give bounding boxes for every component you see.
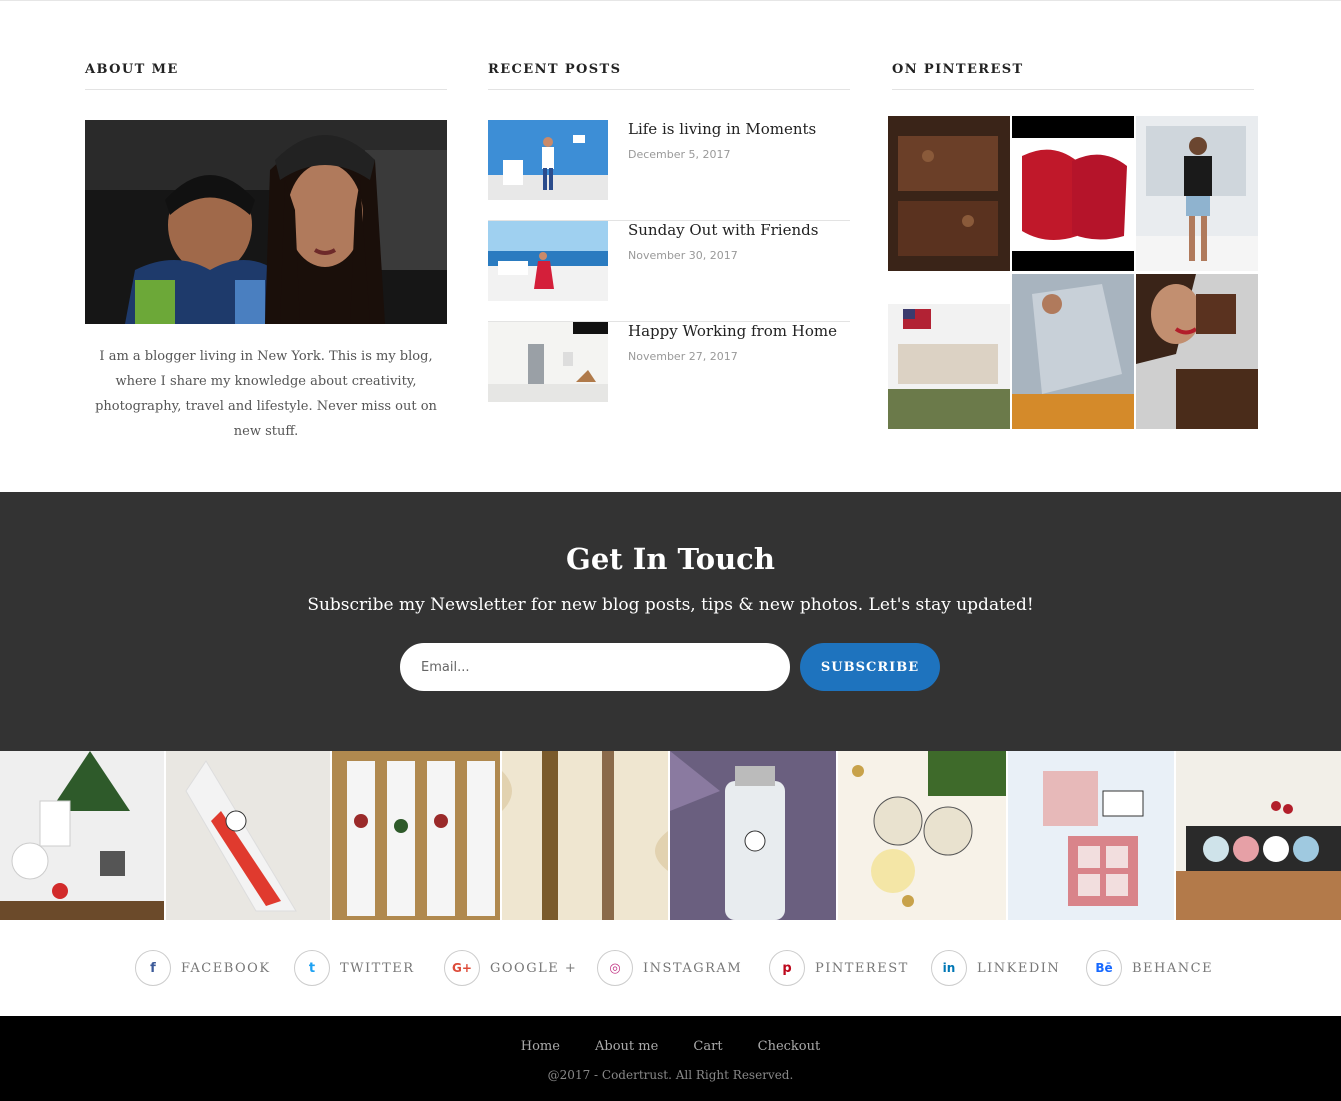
recent-posts-title: RECENT POSTS (488, 60, 850, 90)
facebook-icon: f (135, 950, 171, 986)
social-link-instagram[interactable]: ◎ INSTAGRAM (597, 950, 742, 986)
pinterest-image[interactable] (1136, 274, 1258, 429)
footer-nav: Home About me Cart Checkout (0, 1035, 1341, 1054)
post-date: November 30, 2017 (628, 249, 738, 262)
recent-post-item[interactable]: Life is living in Moments December 5, 20… (488, 120, 850, 221)
about-title: ABOUT ME (85, 60, 447, 90)
social-label: LINKEDIN (977, 960, 1061, 976)
social-label: INSTAGRAM (643, 960, 743, 976)
instagram-image[interactable] (1176, 751, 1341, 920)
about-widget: ABOUT ME I am a blogger living in New Yo… (85, 60, 447, 439)
pinterest-image[interactable] (1012, 116, 1134, 271)
instagram-image[interactable] (670, 751, 836, 920)
social-label: BEHANCE (1132, 960, 1214, 976)
post-date: December 5, 2017 (628, 148, 731, 161)
newsletter-title: Get In Touch (566, 542, 775, 576)
footer-link-about[interactable]: About me (595, 1039, 658, 1054)
instagram-image[interactable] (838, 751, 1006, 920)
newsletter-subtitle: Subscribe my Newsletter for new blog pos… (307, 595, 1034, 615)
instagram-image[interactable] (0, 751, 164, 920)
social-link-behance[interactable]: Bē BEHANCE (1086, 950, 1213, 986)
post-title-link[interactable]: Life is living in Moments (628, 120, 816, 138)
pinterest-image[interactable] (888, 116, 1010, 271)
footer-link-home[interactable]: Home (521, 1039, 560, 1054)
pinterest-image[interactable] (1012, 274, 1134, 429)
pinterest-image[interactable] (888, 274, 1010, 429)
pinterest-icon: p (769, 950, 805, 986)
social-links: f FACEBOOK t TWITTER G+ GOOGLE + ◎ INSTA… (0, 920, 1341, 1016)
twitter-icon: t (294, 950, 330, 986)
social-link-linkedin[interactable]: in LINKEDIN (931, 950, 1060, 986)
social-label: PINTEREST (815, 960, 909, 976)
pinterest-widget: ON PINTEREST (888, 60, 1258, 429)
footer-link-checkout[interactable]: Checkout (758, 1039, 821, 1054)
about-photo (85, 120, 447, 324)
post-date: November 27, 2017 (628, 350, 738, 363)
top-divider (0, 0, 1341, 1)
instagram-image[interactable] (166, 751, 330, 920)
about-text: I am a blogger living in New York. This … (95, 349, 437, 439)
google-plus-icon: G+ (444, 950, 480, 986)
email-input[interactable] (400, 643, 790, 691)
linkedin-icon: in (931, 950, 967, 986)
instagram-image[interactable] (502, 751, 668, 920)
social-label: TWITTER (340, 960, 415, 976)
behance-icon: Bē (1086, 950, 1122, 986)
subscribe-button[interactable]: SUBSCRIBE (800, 643, 940, 691)
instagram-image[interactable] (1008, 751, 1174, 920)
site-footer: Home About me Cart Checkout @2017 - Code… (0, 1016, 1341, 1101)
post-thumbnail[interactable] (488, 322, 608, 402)
footer-link-cart[interactable]: Cart (693, 1039, 722, 1054)
post-title-link[interactable]: Happy Working from Home (628, 322, 837, 340)
social-label: FACEBOOK (181, 960, 271, 976)
social-link-google-plus[interactable]: G+ GOOGLE + (444, 950, 577, 986)
recent-post-item[interactable]: Sunday Out with Friends November 30, 201… (488, 221, 850, 322)
social-label: GOOGLE + (490, 960, 578, 976)
social-link-twitter[interactable]: t TWITTER (294, 950, 415, 986)
post-thumbnail[interactable] (488, 120, 608, 200)
post-title-link[interactable]: Sunday Out with Friends (628, 221, 818, 239)
pinterest-image[interactable] (1136, 116, 1258, 271)
instagram-strip (0, 751, 1341, 920)
pinterest-title: ON PINTEREST (892, 60, 1254, 90)
recent-post-item[interactable]: Happy Working from Home November 27, 201… (488, 322, 850, 423)
social-link-facebook[interactable]: f FACEBOOK (135, 950, 271, 986)
newsletter-section: Get In Touch Subscribe my Newsletter for… (0, 492, 1341, 751)
post-thumbnail[interactable] (488, 221, 608, 301)
social-link-pinterest[interactable]: p PINTEREST (769, 950, 909, 986)
recent-posts-widget: RECENT POSTS Life is living in Moments D… (488, 60, 850, 402)
instagram-icon: ◎ (597, 950, 633, 986)
copyright-text: @2017 - Codertrust. All Right Reserved. (547, 1068, 794, 1082)
instagram-image[interactable] (332, 751, 500, 920)
